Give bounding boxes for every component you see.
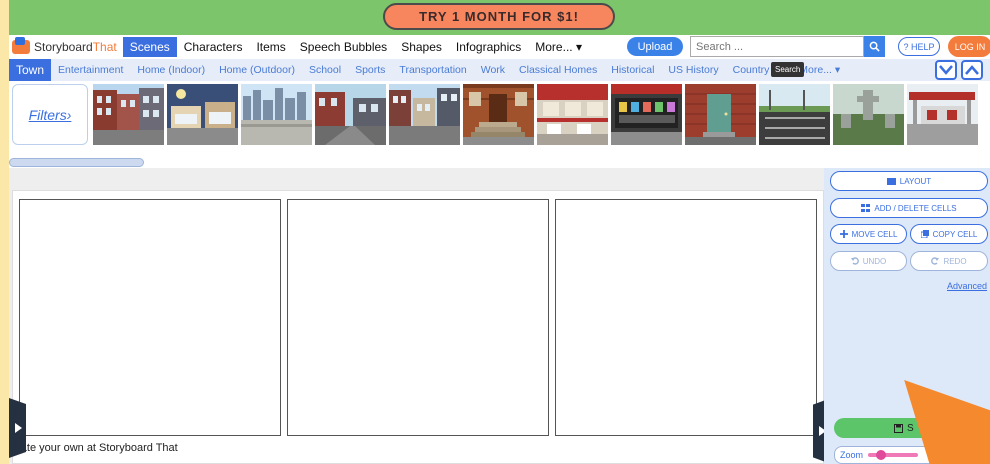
scroll-down-button[interactable] xyxy=(935,60,957,80)
search-button[interactable] xyxy=(864,36,885,57)
promo-button[interactable]: TRY 1 MONTH FOR $1! xyxy=(383,3,615,30)
search-tooltip: Search xyxy=(771,62,805,77)
login-button[interactable]: LOG IN xyxy=(948,36,990,57)
scene-thumb-restaurant-patio[interactable] xyxy=(537,84,608,145)
grid-icon xyxy=(861,204,871,212)
scroll-up-button[interactable] xyxy=(961,60,983,80)
chevron-up-icon xyxy=(965,65,979,75)
storyboard-cell[interactable] xyxy=(555,199,817,436)
scene-thumb-gas-station[interactable] xyxy=(907,84,978,145)
undo-icon xyxy=(850,257,859,265)
redo-button[interactable]: REDO xyxy=(910,251,988,271)
filters-button[interactable]: Filters› xyxy=(12,84,88,145)
scene-thumb-brick-row-houses[interactable] xyxy=(93,84,164,145)
search-icon xyxy=(869,41,880,52)
zoom-slider[interactable] xyxy=(868,450,919,460)
storyboard xyxy=(12,190,824,464)
category-sports[interactable]: Sports xyxy=(348,59,392,81)
category-bar: Town Entertainment Home (Indoor) Home (O… xyxy=(9,59,990,81)
logo-text: StoryboardThat xyxy=(34,40,117,54)
move-icon xyxy=(839,230,848,238)
nav-infographics[interactable]: Infographics xyxy=(449,37,528,57)
save-icon xyxy=(894,423,903,433)
copy-cell-button[interactable]: COPY CELL xyxy=(910,224,988,244)
storyboard-cell[interactable] xyxy=(287,199,549,436)
scene-thumb-storefront-street[interactable] xyxy=(167,84,238,145)
layout-icon xyxy=(886,177,896,185)
add-delete-cells-button[interactable]: ADD / DELETE CELLS xyxy=(830,198,988,218)
left-panel-toggle[interactable] xyxy=(9,398,26,458)
category-classical-homes[interactable]: Classical Homes xyxy=(512,59,604,81)
nav-characters[interactable]: Characters xyxy=(177,37,250,57)
advanced-link[interactable]: Advanced xyxy=(947,281,987,291)
storyboard-cell[interactable] xyxy=(19,199,281,436)
scene-thumbnails: Filters› xyxy=(9,81,990,153)
scene-thumb-brownstone-stairs[interactable] xyxy=(463,84,534,145)
move-cell-button[interactable]: MOVE CELL xyxy=(830,224,907,244)
nav-scenes[interactable]: Scenes xyxy=(122,37,177,57)
nav-shapes[interactable]: Shapes xyxy=(394,37,449,57)
category-town[interactable]: Town xyxy=(9,59,52,81)
category-school[interactable]: School xyxy=(302,59,348,81)
copy-icon xyxy=(920,230,929,238)
category-historical[interactable]: Historical xyxy=(604,59,661,81)
nav-more[interactable]: More... ▾ xyxy=(528,37,589,57)
zoom-label: Zoom xyxy=(840,450,864,460)
scene-thumb-parking-lot[interactable] xyxy=(759,84,830,145)
chevron-down-icon xyxy=(939,65,953,75)
left-border-stripe xyxy=(0,0,9,464)
redo-icon xyxy=(931,257,940,265)
nav-items[interactable]: Items xyxy=(249,37,292,57)
play-arrow-icon xyxy=(14,423,22,433)
scene-thumb-street-corner[interactable] xyxy=(315,84,386,145)
top-navbar: StoryboardThat Scenes Characters Items S… xyxy=(9,35,990,59)
scene-thumb-cemetery[interactable] xyxy=(833,84,904,145)
logo-icon xyxy=(12,37,30,54)
undo-button[interactable]: UNDO xyxy=(830,251,907,271)
layout-button[interactable]: LAYOUT xyxy=(830,171,988,191)
category-us-history[interactable]: US History xyxy=(661,59,725,81)
help-button[interactable]: ? HELP xyxy=(898,37,940,56)
logo[interactable]: StoryboardThat xyxy=(12,35,117,59)
board-footer-text: reate your own at Storyboard That xyxy=(11,442,178,454)
category-home-outdoor[interactable]: Home (Outdoor) xyxy=(212,59,302,81)
category-entertainment[interactable]: Entertainment xyxy=(51,59,130,81)
category-work[interactable]: Work xyxy=(474,59,512,81)
nav-speech-bubbles[interactable]: Speech Bubbles xyxy=(293,37,394,57)
scene-thumb-city-street[interactable] xyxy=(389,84,460,145)
scene-thumb-city-skyline-plaza[interactable] xyxy=(241,84,312,145)
storyboard-workspace xyxy=(9,168,824,464)
thumbnail-scrollbar[interactable] xyxy=(9,158,144,167)
scene-thumb-door-alley[interactable] xyxy=(685,84,756,145)
search-input[interactable] xyxy=(690,36,864,57)
category-transportation[interactable]: Transportation xyxy=(392,59,473,81)
category-home-indoor[interactable]: Home (Indoor) xyxy=(130,59,212,81)
scene-thumb-shop-window[interactable] xyxy=(611,84,682,145)
upload-button[interactable]: Upload xyxy=(627,37,683,56)
zoom-slider-knob[interactable] xyxy=(876,450,887,460)
